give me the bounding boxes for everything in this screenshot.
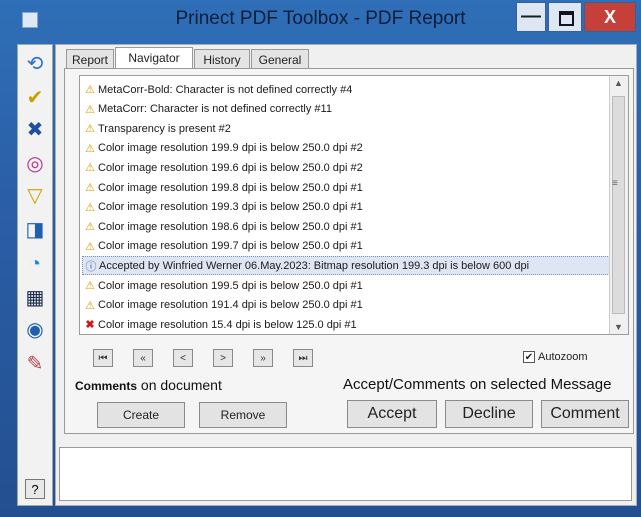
warning-icon: ⚠ bbox=[85, 182, 95, 194]
warning-icon: ⚠ bbox=[85, 162, 95, 175]
profile-icon[interactable]: ⟲ bbox=[22, 51, 48, 77]
warning-icon: ⚠ bbox=[85, 299, 95, 312]
comments-label-rest: on document bbox=[137, 377, 222, 393]
warning-icon: ⚠ bbox=[85, 240, 95, 253]
fold-icon[interactable]: ▽ bbox=[22, 183, 48, 209]
left-toolbar: ⟲ ✔ ✖ ◎ ▽ ◨ ◔ ▦ ◉ ✎ ? bbox=[17, 44, 53, 506]
message-row[interactable]: ⚠ Color image resolution 199.5 dpi is bel… bbox=[82, 276, 610, 295]
message-text: Accepted by Winfried Werner 06.May.2023:… bbox=[99, 259, 530, 272]
warning-icon: ⚠ bbox=[85, 280, 95, 292]
title-bar[interactable]: Prinect PDF Toolbox - PDF Report — X bbox=[0, 0, 641, 42]
create-comment-button[interactable]: Create bbox=[97, 402, 185, 428]
warning-icon: ⚠ bbox=[85, 84, 95, 96]
accepted-icon: ⓘ bbox=[85, 260, 97, 273]
first-message-button[interactable]: ⏮ bbox=[93, 349, 113, 367]
warning-icon: ⚠ bbox=[85, 201, 95, 214]
scroll-grip-icon: ≡ bbox=[612, 178, 618, 189]
maximize-button[interactable] bbox=[548, 2, 582, 32]
warning-icon: ⚠ bbox=[85, 142, 95, 155]
comment-button[interactable]: Comment bbox=[541, 400, 629, 428]
message-row[interactable]: ⚠ MetaCorr-Bold: Character is not defined… bbox=[82, 80, 610, 99]
tab-report[interactable]: Report bbox=[66, 49, 114, 69]
comments-heading: Comments on document bbox=[75, 377, 222, 393]
message-row[interactable]: ⚠ Color image resolution 198.6 dpi is bel… bbox=[82, 217, 610, 236]
scroll-up-icon[interactable]: ▲ bbox=[614, 78, 623, 88]
minimize-button[interactable]: — bbox=[516, 2, 546, 32]
message-row[interactable]: ⚠ Color image resolution 199.6 dpi is bel… bbox=[82, 158, 610, 177]
message-list[interactable]: ⚠ MetaCorr-Bold: Character is not defined… bbox=[79, 75, 629, 335]
next-fast-button[interactable]: » bbox=[253, 349, 273, 367]
message-row[interactable]: ⚠ Color image resolution 199.7 dpi is bel… bbox=[82, 237, 610, 256]
prev-message-button[interactable]: < bbox=[173, 349, 193, 367]
message-row[interactable]: ⚠ Color image resolution 191.4 dpi is bel… bbox=[82, 296, 610, 315]
report-panel: Report Navigator History General ⚠ MetaCo… bbox=[55, 44, 637, 506]
accept-comments-heading: Accept/Comments on selected Message bbox=[343, 376, 612, 393]
pie-icon[interactable]: ◔ bbox=[22, 251, 48, 277]
message-text: Color image resolution 191.4 dpi is belo… bbox=[98, 299, 363, 312]
message-text: Color image resolution 198.6 dpi is belo… bbox=[98, 220, 363, 233]
warning-icon: ⚠ bbox=[85, 221, 95, 234]
decline-button[interactable]: Decline bbox=[445, 400, 533, 428]
comment-text-area[interactable] bbox=[59, 447, 632, 501]
message-row[interactable]: ⚠ Color image resolution 199.3 dpi is bel… bbox=[82, 198, 610, 217]
message-text: MetaCorr: Character is not defined corre… bbox=[98, 103, 332, 116]
warning-icon: ⚠ bbox=[85, 123, 95, 136]
scroll-down-icon[interactable]: ▼ bbox=[614, 322, 623, 332]
edit-icon[interactable]: ✎ bbox=[22, 351, 48, 377]
check-icon[interactable]: ✔ bbox=[22, 85, 48, 111]
prev-fast-button[interactable]: « bbox=[133, 349, 153, 367]
help-button[interactable]: ? bbox=[25, 479, 45, 499]
message-row[interactable]: ⚠ Color image resolution 199.8 dpi is bel… bbox=[82, 178, 610, 197]
search-icon[interactable]: ◉ bbox=[22, 317, 48, 343]
message-text: Color image resolution 199.5 dpi is belo… bbox=[98, 279, 363, 292]
message-row[interactable]: ✖ Color image resolution 15.4 dpi is belo… bbox=[82, 315, 610, 334]
message-row[interactable]: ⓘ Accepted by Winfried Werner 06.May.2023… bbox=[82, 256, 610, 276]
tab-navigator[interactable]: Navigator bbox=[115, 47, 193, 70]
navigator-panel: ⚠ MetaCorr-Bold: Character is not defined… bbox=[64, 68, 634, 434]
comments-strong-label: Comments bbox=[75, 379, 138, 393]
accept-button[interactable]: Accept bbox=[347, 400, 437, 428]
main-window: Prinect PDF Toolbox - PDF Report — X ⟲ ✔… bbox=[0, 0, 641, 517]
message-text: Color image resolution 199.7 dpi is belo… bbox=[98, 240, 363, 253]
autozoom-label: Autozoom bbox=[538, 351, 588, 363]
scrollbar-thumb[interactable] bbox=[612, 96, 625, 314]
message-row[interactable]: ⚠ MetaCorr: Character is not defined corr… bbox=[82, 100, 610, 119]
message-row[interactable]: ⚠ Color image resolution 199.9 dpi is bel… bbox=[82, 139, 610, 158]
autozoom-checkbox[interactable]: ✔ bbox=[523, 351, 535, 363]
message-text: Transparency is present #2 bbox=[98, 122, 231, 135]
message-text: Color image resolution 15.4 dpi is below… bbox=[98, 318, 357, 331]
scrollbar[interactable]: ▲ ≡ ▼ bbox=[609, 76, 628, 334]
message-text: Color image resolution 199.6 dpi is belo… bbox=[98, 161, 363, 174]
close-button[interactable]: X bbox=[584, 2, 636, 32]
error-icon: ✖ bbox=[85, 319, 95, 332]
last-message-button[interactable]: ⏭ bbox=[293, 349, 313, 367]
tab-general[interactable]: General bbox=[251, 49, 309, 69]
message-text: Color image resolution 199.9 dpi is belo… bbox=[98, 142, 363, 155]
remove-comment-button[interactable]: Remove bbox=[199, 402, 287, 428]
message-text: Color image resolution 199.8 dpi is belo… bbox=[98, 181, 363, 194]
tab-history[interactable]: History bbox=[194, 49, 250, 69]
maximize-icon bbox=[559, 11, 574, 26]
tools-icon[interactable]: ✖ bbox=[22, 117, 48, 143]
color-wheel-icon[interactable]: ◎ bbox=[22, 151, 48, 177]
preview-icon[interactable]: ◨ bbox=[22, 217, 48, 243]
autozoom-option[interactable]: ✔ Autozoom bbox=[523, 351, 588, 363]
message-text: MetaCorr-Bold: Character is not defined … bbox=[98, 83, 353, 96]
message-row[interactable]: ⚠ Transparency is present #2 bbox=[82, 119, 610, 138]
warning-icon: ⚠ bbox=[85, 103, 95, 116]
grid-icon[interactable]: ▦ bbox=[22, 285, 48, 311]
next-message-button[interactable]: > bbox=[213, 349, 233, 367]
message-text: Color image resolution 199.3 dpi is belo… bbox=[98, 201, 363, 214]
